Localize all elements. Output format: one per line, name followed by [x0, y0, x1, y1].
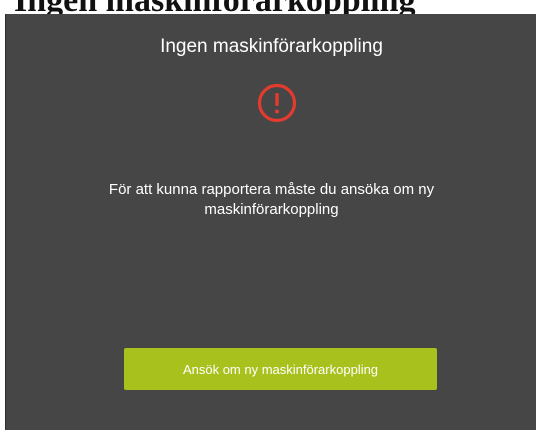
- alert-circle-icon: [257, 83, 297, 123]
- bottom-margin: [0, 430, 536, 437]
- page: Ingen maskinförarkoppling Ingen maskinfö…: [0, 0, 536, 437]
- background-page-header: Ingen maskinförarkoppling: [0, 0, 536, 14]
- background-page-title: Ingen maskinförarkoppling: [14, 0, 416, 14]
- dialog-message: För att kunna rapportera måste du ansöka…: [108, 181, 435, 218]
- no-operator-connection-dialog: Ingen maskinförarkoppling För att kunna …: [5, 14, 536, 430]
- apply-new-operator-connection-button[interactable]: Ansök om ny maskinförarkoppling: [124, 348, 437, 390]
- dialog-title: Ingen maskinförarkoppling: [160, 36, 383, 57]
